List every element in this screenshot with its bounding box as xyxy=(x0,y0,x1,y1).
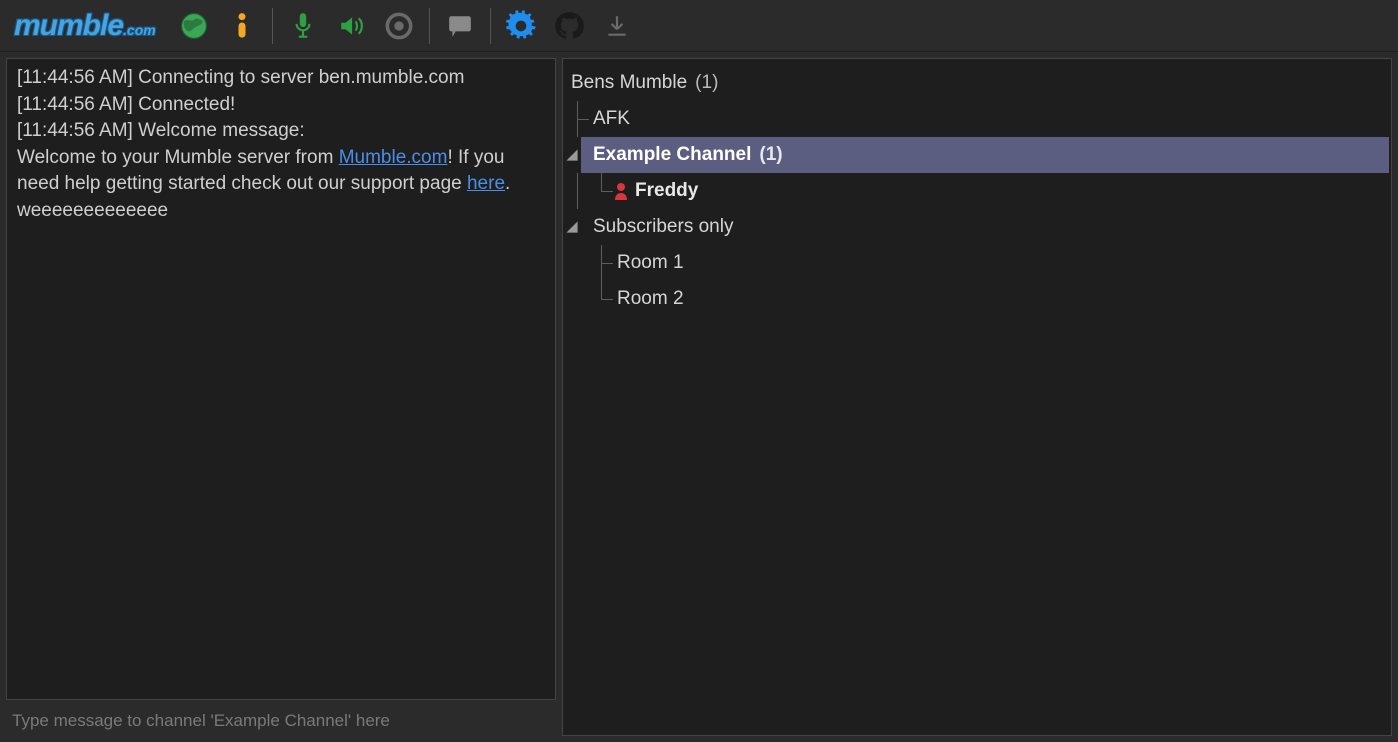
user-icon xyxy=(613,182,629,200)
channel-label: Example Channel xyxy=(593,144,751,166)
toolbar-separator xyxy=(272,8,273,44)
user-row[interactable]: Freddy xyxy=(565,173,1389,209)
user-count: (1) xyxy=(759,144,782,166)
log-panel[interactable]: [11:44:56 AM] Connecting to server ben.m… xyxy=(6,58,556,700)
log-line: [11:44:56 AM] Connecting to server ben.m… xyxy=(17,65,545,92)
app-logo: mumble.com xyxy=(14,9,156,43)
toolbar: mumble.com xyxy=(0,0,1398,52)
left-pane: [11:44:56 AM] Connecting to server ben.m… xyxy=(6,58,556,736)
info-icon[interactable] xyxy=(220,4,264,48)
support-link[interactable]: here xyxy=(467,173,505,194)
username: Freddy xyxy=(635,180,698,202)
log-welcome: Welcome to your Mumble server from Mumbl… xyxy=(17,145,545,225)
channel-subscribers[interactable]: Subscribers only xyxy=(565,209,1389,245)
channel-label: AFK xyxy=(593,108,630,130)
microphone-icon[interactable] xyxy=(281,4,325,48)
channel-example[interactable]: Example Channel (1) xyxy=(581,137,1389,173)
globe-icon[interactable] xyxy=(172,4,216,48)
toolbar-separator xyxy=(429,8,430,44)
mumble-link[interactable]: Mumble.com xyxy=(339,147,448,168)
channel-afk[interactable]: AFK xyxy=(565,101,1389,137)
expand-arrow-icon[interactable] xyxy=(565,148,579,162)
channel-tree[interactable]: Bens Mumble (1) AFK Example Channel (1) … xyxy=(562,58,1392,736)
channel-label: Room 2 xyxy=(617,288,684,310)
channel-label: Subscribers only xyxy=(593,216,733,238)
record-icon[interactable] xyxy=(377,4,421,48)
user-count: (1) xyxy=(695,72,718,94)
speaker-icon[interactable] xyxy=(329,4,373,48)
channel-room1[interactable]: Room 1 xyxy=(565,245,1389,281)
main-content: [11:44:56 AM] Connecting to server ben.m… xyxy=(0,52,1398,742)
chat-input[interactable] xyxy=(6,706,556,736)
github-icon[interactable] xyxy=(547,4,591,48)
log-line: [11:44:56 AM] Welcome message: xyxy=(17,118,545,145)
chat-icon[interactable] xyxy=(438,4,482,48)
channel-room2[interactable]: Room 2 xyxy=(565,281,1389,317)
channel-label: Room 1 xyxy=(617,252,684,274)
channel-root[interactable]: Bens Mumble (1) xyxy=(565,65,1389,101)
settings-gear-icon[interactable] xyxy=(499,4,543,48)
download-icon[interactable] xyxy=(595,4,639,48)
log-line: [11:44:56 AM] Connected! xyxy=(17,92,545,119)
expand-arrow-icon[interactable] xyxy=(565,220,579,234)
toolbar-separator xyxy=(490,8,491,44)
channel-label: Bens Mumble xyxy=(571,72,687,94)
